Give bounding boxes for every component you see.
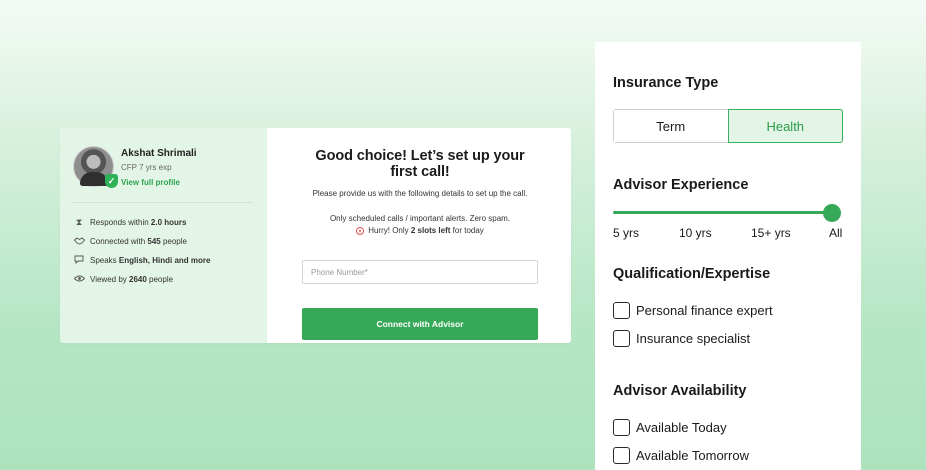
- filter-panel: Insurance Type Term Health Advisor Exper…: [595, 42, 861, 470]
- advisor-profile-pane: ✓ Akshat Shrimali CFP 7 yrs exp View ful…: [60, 128, 267, 343]
- experience-slider-track[interactable]: [613, 211, 833, 214]
- experience-label: All: [829, 226, 843, 240]
- call-form-pane: Good choice! Let’s set up your first cal…: [267, 128, 571, 343]
- profile-divider: [73, 202, 253, 203]
- stat-text: Responds within 2.0 hours: [90, 218, 187, 227]
- qualification-heading: Qualification/Expertise: [613, 266, 771, 282]
- verified-shield-icon: ✓: [105, 174, 118, 188]
- stat-connections: Connected with 545 people: [73, 232, 253, 251]
- experience-label: 5 yrs: [613, 226, 640, 240]
- experience-label: 15+ yrs: [751, 226, 791, 240]
- checkbox-label: Insurance specialist: [636, 331, 751, 346]
- view-full-profile-link[interactable]: View full profile: [121, 178, 180, 187]
- form-subtitle: Please provide us with the following det…: [312, 189, 528, 198]
- spam-note: Only scheduled calls / important alerts.…: [329, 214, 511, 223]
- stat-languages: Speaks English, Hindi and more: [73, 251, 253, 270]
- slots-alert-text: Hurry! Only 2 slots left for today: [368, 226, 484, 235]
- handshake-icon: [73, 236, 85, 247]
- stat-text: Viewed by 2640 people: [90, 275, 174, 284]
- alert-dot-icon: [356, 227, 365, 235]
- advisor-name: Akshat Shrimali: [121, 148, 197, 159]
- checkbox-insurance-specialist[interactable]: Insurance specialist: [613, 330, 750, 347]
- call-setup-card: ✓ Akshat Shrimali CFP 7 yrs exp View ful…: [60, 128, 571, 343]
- advisor-experience-heading: Advisor Experience: [613, 177, 749, 193]
- stat-response-time: ⧗ Responds within 2.0 hours: [73, 213, 253, 232]
- advisor-info: Akshat Shrimali CFP 7 yrs exp View full …: [121, 146, 197, 190]
- toggle-health[interactable]: Health: [727, 109, 843, 143]
- stat-views: Viewed by 2640 people: [73, 270, 253, 289]
- stat-text: Speaks English, Hindi and more: [90, 256, 211, 265]
- checkbox-label: Personal finance expert: [636, 303, 773, 318]
- stat-text: Connected with 545 people: [90, 237, 187, 246]
- checkbox-box[interactable]: [613, 302, 630, 319]
- checkbox-label: Available Tomorrow: [636, 448, 749, 463]
- toggle-term[interactable]: Term: [614, 110, 728, 142]
- insurance-type-toggle: Term Health: [613, 109, 843, 143]
- advisor-header: ✓ Akshat Shrimali CFP 7 yrs exp View ful…: [73, 146, 253, 190]
- phone-number-input[interactable]: [302, 260, 538, 284]
- insurance-type-heading: Insurance Type: [613, 75, 719, 91]
- eye-icon: [73, 275, 85, 284]
- hourglass-icon: ⧗: [75, 217, 83, 227]
- chat-bubble-icon: [73, 255, 85, 266]
- connect-with-advisor-button[interactable]: Connect with Advisor: [302, 308, 538, 340]
- checkbox-box[interactable]: [613, 419, 630, 436]
- experience-slider-labels: 5 yrs 10 yrs 15+ yrs All: [613, 226, 845, 242]
- checkbox-box[interactable]: [613, 330, 630, 347]
- availability-heading: Advisor Availability: [613, 383, 747, 399]
- form-title: Good choice! Let’s set up your first cal…: [315, 148, 525, 180]
- checkbox-box[interactable]: [613, 447, 630, 464]
- checkbox-available-tomorrow[interactable]: Available Tomorrow: [613, 447, 749, 464]
- slots-alert: Hurry! Only 2 slots left for today: [302, 225, 538, 237]
- checkbox-available-today[interactable]: Available Today: [613, 419, 727, 436]
- checkbox-personal-finance-expert[interactable]: Personal finance expert: [613, 302, 773, 319]
- experience-slider-thumb[interactable]: [823, 204, 841, 222]
- avatar-body: [80, 172, 108, 186]
- experience-label: 10 yrs: [679, 226, 712, 240]
- checkbox-label: Available Today: [636, 420, 727, 435]
- advisor-avatar: ✓: [73, 146, 118, 188]
- advisor-meta: CFP 7 yrs exp: [121, 163, 172, 172]
